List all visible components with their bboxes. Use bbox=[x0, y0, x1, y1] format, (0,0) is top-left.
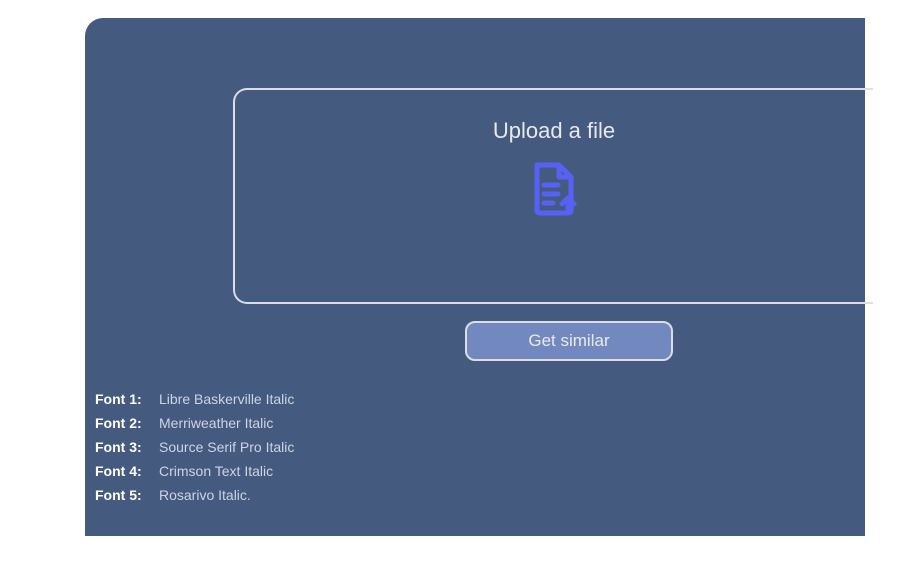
font-result-label: Font 3: bbox=[95, 439, 151, 455]
font-result-label: Font 2: bbox=[95, 415, 151, 431]
font-result-value: Merriweather Italic bbox=[159, 415, 273, 431]
get-similar-label: Get similar bbox=[528, 331, 609, 351]
upload-dropzone[interactable]: Upload a file bbox=[233, 88, 873, 304]
font-result-value: Libre Baskerville Italic bbox=[159, 391, 294, 407]
font-result-item: Font 5: Rosarivo Italic. bbox=[95, 487, 294, 503]
font-result-item: Font 2: Merriweather Italic bbox=[95, 415, 294, 431]
font-result-label: Font 4: bbox=[95, 463, 151, 479]
font-result-value: Source Serif Pro Italic bbox=[159, 439, 294, 455]
file-upload-icon bbox=[531, 162, 577, 216]
font-result-item: Font 1: Libre Baskerville Italic bbox=[95, 391, 294, 407]
font-result-item: Font 3: Source Serif Pro Italic bbox=[95, 439, 294, 455]
font-results-list: Font 1: Libre Baskerville Italic Font 2:… bbox=[95, 391, 294, 503]
upload-title: Upload a file bbox=[493, 118, 615, 144]
app-container: Upload a file Get similar Font 1: Libre … bbox=[85, 18, 865, 536]
font-result-value: Crimson Text Italic bbox=[159, 463, 273, 479]
get-similar-button[interactable]: Get similar bbox=[465, 321, 673, 361]
font-result-label: Font 5: bbox=[95, 487, 151, 503]
font-result-value: Rosarivo Italic. bbox=[159, 487, 251, 503]
font-result-label: Font 1: bbox=[95, 391, 151, 407]
font-result-item: Font 4: Crimson Text Italic bbox=[95, 463, 294, 479]
